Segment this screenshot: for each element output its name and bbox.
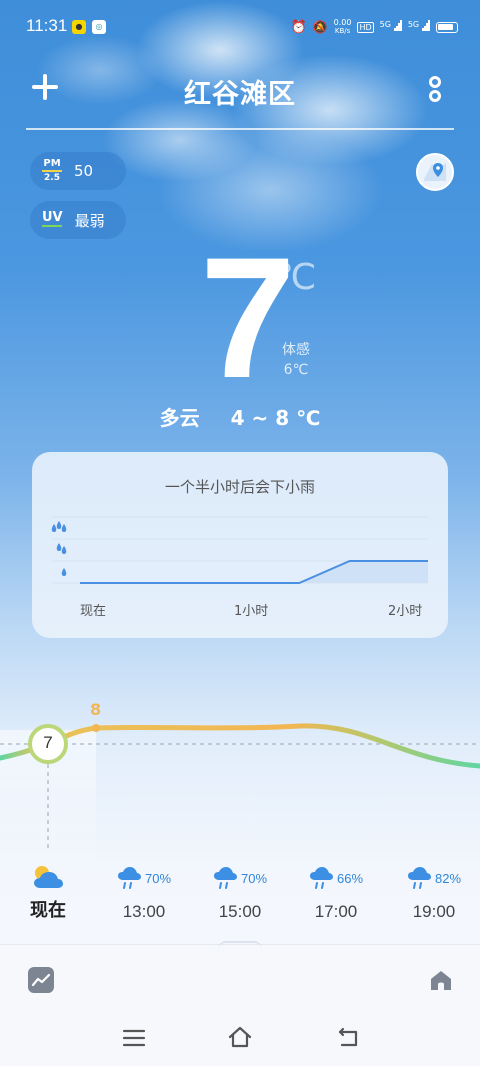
trend-chart-icon (31, 973, 51, 987)
rain-cloud-icon (407, 867, 431, 889)
condition-row: 多云 4 ~ 8 ℃ (0, 402, 480, 431)
status-bar: 11:31 ● ◎ ⏰ 🔕 0.00 KB/s HD 5G 5G (0, 0, 480, 52)
map-location-icon (424, 163, 446, 181)
battery-icon (436, 21, 458, 33)
precipitation-card[interactable]: 一个半小时后会下小雨 现在 1小时 2小时 (32, 452, 448, 638)
drag-handle[interactable] (218, 941, 262, 949)
uv-icon: UV (42, 210, 63, 227)
feels-like: 体感 6℃ (282, 340, 310, 380)
max-temp-label: 8 (90, 700, 102, 719)
pm25-pill[interactable]: PM 2.5 50 (30, 152, 126, 190)
net-speed-value: 0.00 (333, 18, 352, 27)
current-temp-marker-label: 7 (43, 733, 53, 752)
pm-label-top: PM (43, 158, 61, 169)
net-speed: 0.00 KB/s (334, 18, 352, 36)
hourly-time-15: 15:00 (218, 902, 262, 921)
hourly-item-17[interactable]: 66% 17:00 (296, 864, 376, 922)
max-temp-dot (92, 724, 100, 732)
home-weather-button[interactable] (428, 967, 454, 993)
house-icon (431, 971, 451, 990)
hourly-item-15[interactable]: 70% 15:00 (200, 864, 280, 922)
signal-icon-2: 5G (408, 20, 430, 34)
menu-icon[interactable] (122, 1028, 146, 1048)
signal-icon-1: 5G (380, 20, 402, 34)
feels-like-value: 6℃ (283, 362, 309, 378)
pm25-icon: PM 2.5 (42, 159, 62, 183)
hourly-time-now: 现在 (30, 900, 66, 921)
app-notification-icon-2: ◎ (92, 20, 106, 34)
pm25-value: 50 (74, 162, 94, 180)
feels-like-label: 体感 (282, 342, 310, 358)
raindrop-icon (51, 521, 67, 532)
hd-icon: HD (357, 21, 374, 33)
uv-label: UV (42, 210, 63, 225)
precip-area (80, 561, 428, 583)
status-icons: ⏰ 🔕 0.00 KB/s HD 5G 5G (291, 18, 458, 36)
uv-pill[interactable]: UV 最弱 (30, 201, 126, 239)
network-label-2: 5G (407, 20, 420, 29)
mute-icon: 🔕 (312, 20, 328, 34)
more-icon[interactable] (426, 74, 444, 104)
home-icon[interactable] (227, 1025, 253, 1049)
hourly-pct-17: 66% (336, 870, 364, 886)
status-time: 11:31 (26, 16, 68, 35)
hourly-item-now[interactable]: 现在 (8, 862, 88, 922)
condition-text: 多云 (159, 406, 200, 430)
network-label-1: 5G (379, 20, 391, 29)
hourly-time-17: 17:00 (314, 902, 358, 921)
hourly-item-13[interactable]: 70% 13:00 (104, 864, 184, 922)
temperature-unit: ℃ (276, 256, 317, 297)
hourly-time-13: 13:00 (122, 902, 166, 921)
app-notification-icon: ● (72, 20, 86, 34)
temperature-range: 4 ~ 8 ℃ (230, 406, 321, 430)
pm-label-bottom: 2.5 (44, 173, 60, 183)
system-navigation-bar (0, 1010, 480, 1066)
hourly-pct-13: 70% (144, 870, 172, 886)
partly-cloudy-icon (34, 866, 63, 888)
raindrop-icon (56, 543, 67, 554)
tick-2h: 2小时 (388, 604, 423, 619)
temperature-trend-chart (0, 723, 480, 870)
uv-value: 最弱 (74, 211, 105, 230)
hourly-pct-15: 70% (240, 870, 268, 886)
rain-cloud-icon (309, 867, 333, 889)
trend-chart-button[interactable] (28, 967, 54, 993)
header-divider (26, 128, 454, 130)
net-speed-unit: KB/s (334, 27, 351, 35)
hourly-pct-19: 82% (434, 870, 462, 886)
rain-cloud-icon (213, 867, 237, 889)
map-button[interactable] (416, 153, 454, 191)
raindrop-icon (61, 568, 67, 576)
rain-cloud-icon (117, 867, 141, 889)
city-title: 红谷滩区 (184, 79, 296, 110)
back-icon[interactable] (336, 1026, 360, 1048)
alarm-icon: ⏰ (290, 19, 307, 35)
tick-1h: 1小时 (234, 604, 269, 619)
hourly-time-19: 19:00 (412, 902, 456, 921)
tick-now: 现在 (80, 604, 107, 619)
hourly-item-19[interactable]: 82% 19:00 (392, 864, 476, 922)
